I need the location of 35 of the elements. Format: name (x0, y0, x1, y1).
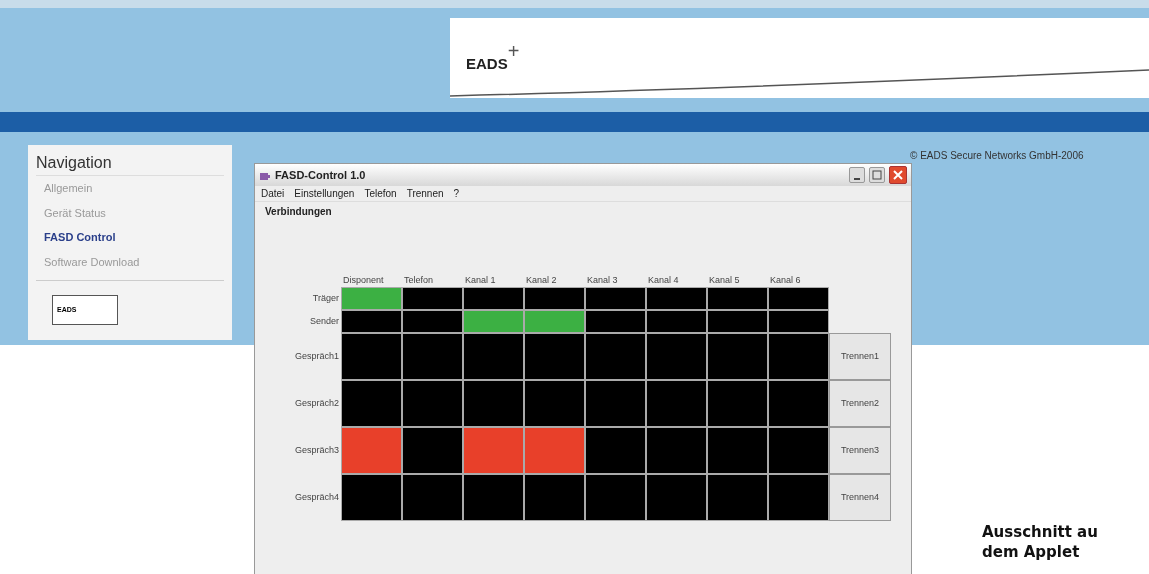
row-label: Gespräch3 (293, 443, 340, 457)
close-button[interactable] (889, 166, 907, 184)
copyright-text: © EADS Secure Networks GmbH-2006 (910, 149, 1084, 163)
navigation-title: Navigation (36, 151, 224, 176)
maximize-icon (872, 170, 882, 180)
column-header: Kanal 6 (769, 273, 802, 287)
row-label: Sender (308, 314, 340, 328)
menu-item[interactable]: Trennen (406, 186, 444, 201)
column-header: Kanal 1 (464, 273, 497, 287)
nav-link[interactable]: FASD Control (36, 225, 224, 250)
column-header: Kanal 4 (647, 273, 680, 287)
disconnect-button[interactable]: Trennen1 (829, 333, 891, 380)
close-icon (893, 170, 903, 180)
row-label: Träger (311, 291, 340, 305)
row-label: Gespräch2 (293, 396, 340, 410)
menu-item[interactable]: Telefon (364, 186, 397, 201)
row-label: Gespräch1 (293, 349, 340, 363)
window-title: FASD-Control 1.0 (275, 167, 366, 183)
disconnect-button[interactable]: Trennen3 (829, 427, 891, 474)
row-label: Gespräch4 (293, 490, 340, 504)
section-title: Verbindungen (264, 205, 333, 219)
menu-item[interactable]: Datei (261, 186, 285, 201)
column-header: Kanal 2 (525, 273, 558, 287)
caption-text: Ausschnitt au (982, 522, 1098, 542)
caption-text: dem Applet (982, 542, 1081, 562)
column-header: Disponent (342, 273, 385, 287)
column-header: Telefon (403, 273, 435, 287)
disconnect-button[interactable]: Trennen2 (829, 380, 891, 427)
column-header: Kanal 3 (586, 273, 619, 287)
menu-item[interactable]: ? (453, 186, 460, 201)
column-header: Kanal 5 (708, 273, 741, 287)
minimize-icon (853, 176, 861, 182)
menu-item[interactable]: Einstellungen (294, 186, 355, 201)
disconnect-button[interactable]: Trennen4 (829, 474, 891, 521)
minimize-button[interactable] (849, 167, 865, 183)
